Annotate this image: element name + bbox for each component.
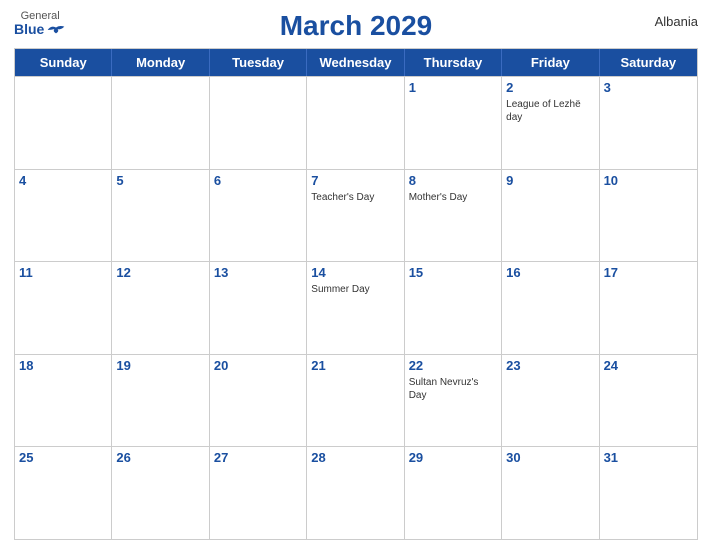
holiday-label: Teacher's Day (311, 191, 399, 204)
day-cell-14-2-3: 14Summer Day (307, 262, 404, 354)
day-number: 3 (604, 79, 693, 97)
page-title: March 2029 (280, 10, 433, 42)
day-number: 31 (604, 449, 693, 467)
day-cell-13-2-2: 13 (210, 262, 307, 354)
day-number: 2 (506, 79, 594, 97)
day-number: 6 (214, 172, 302, 190)
day-number: 1 (409, 79, 497, 97)
week-row-1: 000012League of Lezhë day3 (15, 76, 697, 169)
logo: General Blue (14, 10, 66, 37)
day-cell-17-2-6: 17 (600, 262, 697, 354)
day-cell-empty-0-2: 0 (210, 77, 307, 169)
logo-bird-icon (46, 23, 66, 37)
day-cell-5-1-1: 5 (112, 170, 209, 262)
holiday-label: Summer Day (311, 283, 399, 296)
header-monday: Monday (112, 49, 209, 76)
day-cell-8-1-4: 8Mother's Day (405, 170, 502, 262)
day-number: 14 (311, 264, 399, 282)
week-row-2: 4567Teacher's Day8Mother's Day910 (15, 169, 697, 262)
page: General Blue March 2029 Albania Sunday M… (0, 0, 712, 550)
country-label: Albania (655, 14, 698, 29)
day-cell-4-1-0: 4 (15, 170, 112, 262)
day-cell-10-1-6: 10 (600, 170, 697, 262)
day-number: 10 (604, 172, 693, 190)
day-cell-26-4-1: 26 (112, 447, 209, 539)
calendar: Sunday Monday Tuesday Wednesday Thursday… (14, 48, 698, 540)
day-number: 21 (311, 357, 399, 375)
day-cell-7-1-3: 7Teacher's Day (307, 170, 404, 262)
day-number: 30 (506, 449, 594, 467)
day-number: 17 (604, 264, 693, 282)
header-thursday: Thursday (405, 49, 502, 76)
day-cell-27-4-2: 27 (210, 447, 307, 539)
header-tuesday: Tuesday (210, 49, 307, 76)
header-sunday: Sunday (15, 49, 112, 76)
day-number: 8 (409, 172, 497, 190)
day-number: 13 (214, 264, 302, 282)
day-number: 22 (409, 357, 497, 375)
day-number: 20 (214, 357, 302, 375)
day-cell-empty-0-1: 0 (112, 77, 209, 169)
day-cell-1-0-4: 1 (405, 77, 502, 169)
holiday-label: Mother's Day (409, 191, 497, 204)
day-cell-31-4-6: 31 (600, 447, 697, 539)
day-cell-30-4-5: 30 (502, 447, 599, 539)
day-cell-11-2-0: 11 (15, 262, 112, 354)
day-number: 23 (506, 357, 594, 375)
day-number: 15 (409, 264, 497, 282)
day-cell-2-0-5: 2League of Lezhë day (502, 77, 599, 169)
week-row-5: 25 26 27 28 29 30 31 (15, 446, 697, 539)
day-number: 0 (214, 79, 302, 97)
day-cell-29-4-4: 29 (405, 447, 502, 539)
day-cell-empty-0-0: 0 (15, 77, 112, 169)
day-number: 9 (506, 172, 594, 190)
week-row-4: 1819202122Sultan Nevruz's Day2324 (15, 354, 697, 447)
day-cell-19-3-1: 19 (112, 355, 209, 447)
day-number: 7 (311, 172, 399, 190)
day-cell-empty-0-3: 0 (307, 77, 404, 169)
day-number: 0 (116, 79, 204, 97)
day-headers: Sunday Monday Tuesday Wednesday Thursday… (15, 49, 697, 76)
day-number: 5 (116, 172, 204, 190)
day-number: 18 (19, 357, 107, 375)
day-cell-12-2-1: 12 (112, 262, 209, 354)
day-cell-18-3-0: 18 (15, 355, 112, 447)
day-cell-25-4-0: 25 (15, 447, 112, 539)
day-cell-9-1-5: 9 (502, 170, 599, 262)
day-cell-3-0-6: 3 (600, 77, 697, 169)
day-number: 27 (214, 449, 302, 467)
day-number: 4 (19, 172, 107, 190)
day-cell-16-2-5: 16 (502, 262, 599, 354)
day-number: 28 (311, 449, 399, 467)
week-row-3: 11 12 13 14Summer Day 15 16 17 (15, 261, 697, 354)
day-cell-20-3-2: 20 (210, 355, 307, 447)
day-number: 0 (19, 79, 107, 97)
logo-blue: Blue (14, 22, 44, 37)
header-saturday: Saturday (600, 49, 697, 76)
day-cell-6-1-2: 6 (210, 170, 307, 262)
day-number: 12 (116, 264, 204, 282)
day-cell-23-3-5: 23 (502, 355, 599, 447)
day-number: 19 (116, 357, 204, 375)
header-wednesday: Wednesday (307, 49, 404, 76)
header: General Blue March 2029 Albania (14, 10, 698, 42)
day-number: 16 (506, 264, 594, 282)
day-number: 26 (116, 449, 204, 467)
day-cell-15-2-4: 15 (405, 262, 502, 354)
header-friday: Friday (502, 49, 599, 76)
day-number: 11 (19, 264, 107, 282)
day-number: 29 (409, 449, 497, 467)
day-number: 24 (604, 357, 693, 375)
day-cell-22-3-4: 22Sultan Nevruz's Day (405, 355, 502, 447)
day-number: 0 (311, 79, 399, 97)
day-cell-28-4-3: 28 (307, 447, 404, 539)
day-number: 25 (19, 449, 107, 467)
weeks: 000012League of Lezhë day34567Teacher's … (15, 76, 697, 539)
holiday-label: Sultan Nevruz's Day (409, 376, 497, 402)
day-cell-24-3-6: 24 (600, 355, 697, 447)
day-cell-21-3-3: 21 (307, 355, 404, 447)
holiday-label: League of Lezhë day (506, 98, 594, 124)
